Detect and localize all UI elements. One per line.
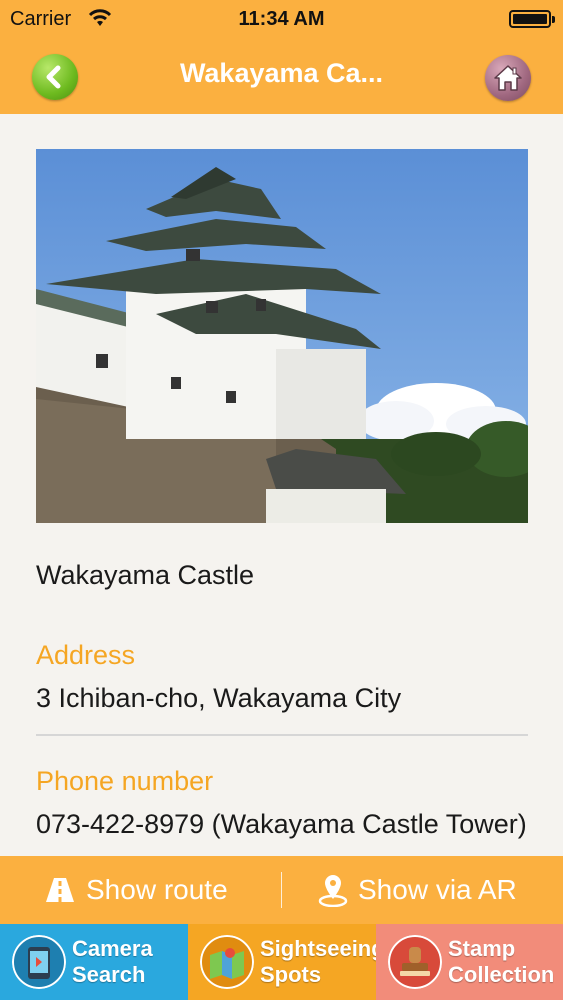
tab-sightseeing-spots[interactable]: Sightseeing Spots bbox=[188, 924, 385, 1000]
place-name: Wakayama Castle bbox=[36, 560, 255, 590]
tab-stamp-collection-label: Stamp Collection bbox=[448, 936, 555, 987]
show-route-label: Show route bbox=[86, 874, 228, 905]
tab-camera-search[interactable]: Camera Search bbox=[0, 924, 188, 1000]
show-ar-button[interactable]: Show via AR bbox=[318, 856, 517, 924]
stamp-icon bbox=[388, 935, 442, 989]
tab-bar: Camera Search Sightseeing Spots Stamp Co… bbox=[0, 924, 563, 1000]
chevron-left-icon bbox=[46, 65, 61, 89]
phone-label: Phone number bbox=[36, 766, 214, 796]
map-icon bbox=[200, 935, 254, 989]
home-button[interactable] bbox=[485, 55, 531, 101]
battery-icon bbox=[509, 10, 555, 28]
detail-content[interactable]: Wakayama Castle Address 3 Ichiban-cho, W… bbox=[0, 114, 563, 856]
tab-camera-search-label: Camera Search bbox=[72, 936, 153, 987]
divider bbox=[36, 734, 528, 736]
home-icon bbox=[494, 65, 522, 91]
tab-stamp-collection[interactable]: Stamp Collection bbox=[376, 924, 563, 1000]
phone-value[interactable]: 073-422-8979 (Wakayama Castle Tower) bbox=[36, 808, 536, 840]
address-label: Address bbox=[36, 640, 136, 670]
page-title: Wakayama Ca... bbox=[179, 58, 384, 88]
camera-icon bbox=[12, 935, 66, 989]
castle-photo bbox=[36, 149, 528, 523]
back-button[interactable] bbox=[32, 54, 78, 100]
location-pin-icon bbox=[318, 875, 348, 907]
address-value: 3 Ichiban-cho, Wakayama City bbox=[36, 683, 402, 713]
show-route-button[interactable]: Show route bbox=[44, 856, 228, 924]
divider bbox=[281, 872, 282, 908]
clock: 11:34 AM bbox=[238, 8, 325, 30]
show-ar-label: Show via AR bbox=[358, 874, 517, 905]
tab-sightseeing-spots-label: Sightseeing Spots bbox=[260, 936, 385, 987]
road-icon bbox=[46, 878, 74, 902]
action-bar: Show route Show via AR bbox=[0, 856, 563, 924]
status-bar: Carrier 11:34 AM bbox=[0, 0, 563, 40]
nav-bar: Wakayama Ca... bbox=[0, 40, 563, 114]
